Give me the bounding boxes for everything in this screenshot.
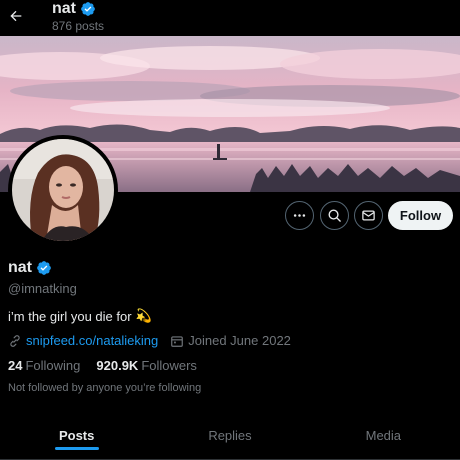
followers-stat[interactable]: 920.9K Followers — [96, 358, 197, 373]
avatar-image — [12, 139, 114, 241]
link-icon — [10, 334, 20, 347]
calendar-icon — [171, 335, 184, 347]
tab-media[interactable]: Media — [307, 412, 460, 459]
display-name: nat — [8, 259, 32, 276]
following-label: Following — [25, 358, 81, 373]
bio: i’m the girl you die for 💫 — [8, 308, 152, 324]
not-followed-notice: Not followed by anyone you’re following — [8, 382, 202, 394]
bio-text: i’m the girl you die for — [8, 308, 132, 324]
user-handle: @imnatking — [8, 281, 77, 296]
tab-label: Replies — [208, 428, 252, 443]
profile-link[interactable]: snipfeed.co/natalieking — [26, 333, 158, 348]
header-title: nat — [52, 0, 96, 18]
follow-button[interactable]: Follow — [388, 201, 453, 230]
active-tab-indicator — [54, 447, 99, 450]
search-icon — [328, 209, 341, 222]
envelope-icon — [362, 210, 375, 221]
display-name-row: nat — [8, 259, 52, 277]
avatar[interactable] — [8, 135, 118, 245]
followers-label: Followers — [141, 358, 197, 373]
more-button[interactable] — [285, 201, 314, 230]
back-button[interactable] — [4, 4, 28, 28]
tab-label: Media — [365, 428, 402, 443]
profile-tabs: Posts Replies Media — [0, 412, 460, 460]
tab-replies[interactable]: Replies — [153, 412, 306, 459]
top-bar: nat 876 posts — [0, 0, 460, 36]
verified-badge-icon[interactable] — [36, 260, 52, 276]
ellipsis-icon — [293, 214, 306, 217]
followers-count: 920.9K — [96, 358, 139, 373]
message-button[interactable] — [354, 201, 383, 230]
joined-date: Joined June 2022 — [188, 333, 291, 348]
dizzy-emoji-icon: 💫 — [135, 308, 152, 323]
profile-meta: snipfeed.co/natalieking Joined June 2022 — [8, 333, 291, 348]
following-stat[interactable]: 24 Following — [8, 358, 80, 373]
tab-posts[interactable]: Posts — [0, 412, 153, 459]
following-count: 24 — [8, 358, 23, 373]
verified-badge-icon — [81, 2, 95, 16]
search-profile-button[interactable] — [320, 201, 349, 230]
header-name: nat — [52, 0, 76, 17]
follow-stats: 24 Following 920.9K Followers — [8, 358, 197, 373]
posts-count: 876 posts — [52, 19, 105, 33]
tab-label: Posts — [58, 428, 95, 443]
arrow-left-icon — [10, 10, 22, 22]
